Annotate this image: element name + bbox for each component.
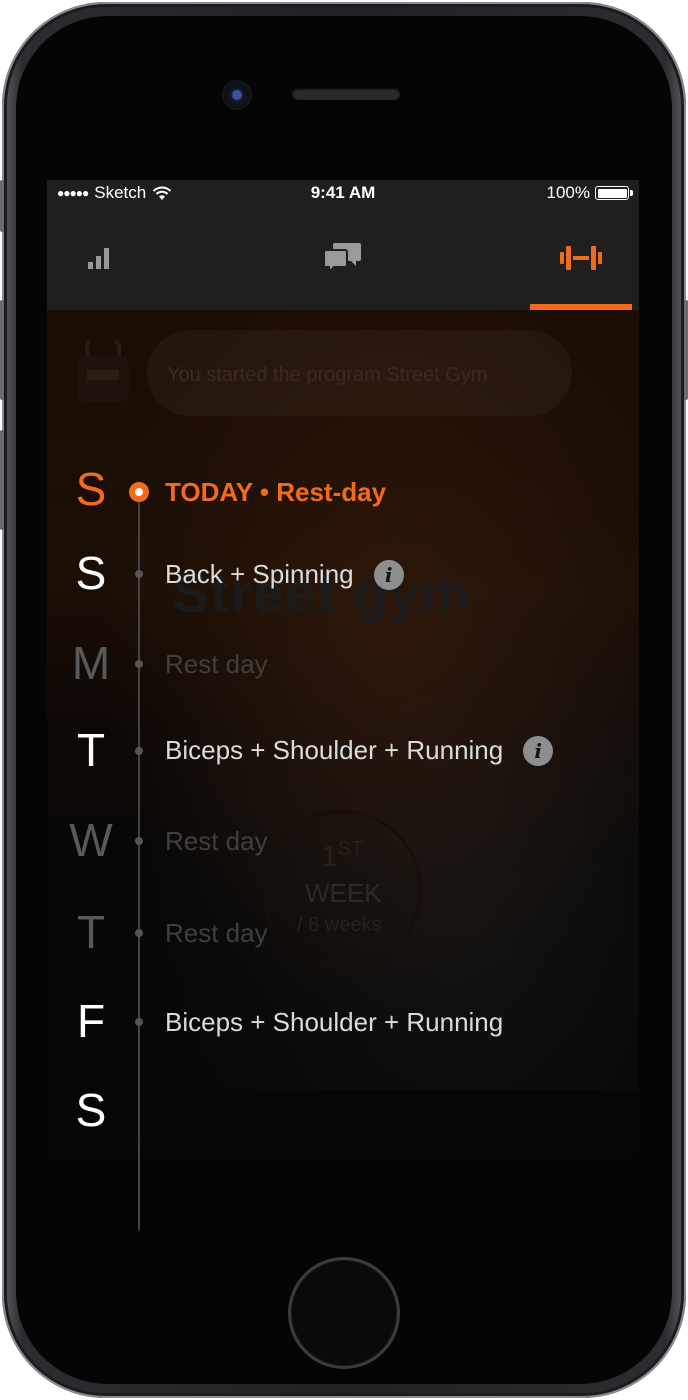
- timeline-line: [138, 490, 140, 1230]
- power-button: [684, 300, 688, 400]
- chat-bubbles-icon: [323, 243, 361, 275]
- day-workout-today[interactable]: TODAY • Rest-day: [165, 477, 386, 508]
- timeline-dot: [135, 747, 143, 755]
- week-total: / 8 weeks: [297, 914, 382, 936]
- day-letter-monday: M: [71, 637, 111, 689]
- day-workout-monday[interactable]: Rest day: [165, 649, 268, 680]
- battery-info: 100%: [546, 183, 633, 203]
- day-letter-friday: F: [76, 995, 106, 1047]
- tab-stats[interactable]: [47, 206, 159, 310]
- day-letter-saturday: S: [75, 463, 107, 515]
- kettlebell-icon: [77, 340, 129, 402]
- bar-chart-icon: [88, 248, 109, 269]
- day-workout-thursday[interactable]: Rest day: [165, 918, 268, 949]
- day-workout-wednesday[interactable]: Rest day: [165, 826, 268, 857]
- tab-chat[interactable]: [283, 206, 403, 310]
- timeline-dot: [135, 929, 143, 937]
- info-icon[interactable]: i: [523, 735, 554, 766]
- info-icon[interactable]: i: [373, 559, 404, 590]
- front-camera: [224, 82, 250, 108]
- status-bar: ●●●●● Sketch 9:41 AM 100%: [47, 180, 639, 206]
- week-label: WEEK: [305, 878, 382, 908]
- dumbbell-icon: [560, 246, 602, 270]
- day-letter-thursday: T: [76, 906, 106, 958]
- weekly-schedule: You started the program Street Gym Stree…: [47, 310, 639, 1232]
- battery-icon: [595, 186, 633, 200]
- day-letter-tuesday: T: [76, 724, 106, 776]
- background-photo: [47, 310, 639, 1090]
- app-screen: ●●●●● Sketch 9:41 AM 100% You started th…: [47, 180, 639, 1232]
- timeline-dot: [135, 660, 143, 668]
- home-button[interactable]: [291, 1260, 397, 1366]
- day-letter-wednesday: W: [69, 814, 113, 866]
- notification-text: You started the program Street Gym: [167, 364, 488, 386]
- day-workout-tuesday[interactable]: Biceps + Shoulder + Running i: [165, 735, 554, 766]
- timeline-dot: [135, 570, 143, 578]
- battery-percent: 100%: [546, 183, 590, 202]
- tab-workouts[interactable]: [521, 206, 639, 310]
- day-workout-friday[interactable]: Biceps + Shoulder + Running: [165, 1007, 503, 1038]
- volume-up-button: [0, 300, 4, 400]
- timeline-dot: [135, 837, 143, 845]
- day-letter-next-saturday: S: [75, 1084, 107, 1136]
- tab-bar: [47, 206, 639, 310]
- mute-switch: [0, 180, 4, 232]
- day-letter-sunday: S: [75, 547, 107, 599]
- timeline-dot: [135, 1018, 143, 1026]
- today-marker: [129, 482, 149, 502]
- earpiece-speaker: [292, 88, 400, 100]
- volume-down-button: [0, 430, 4, 530]
- week-number: 1ST: [321, 838, 364, 873]
- day-workout-sunday[interactable]: Back + Spinning i: [165, 559, 404, 590]
